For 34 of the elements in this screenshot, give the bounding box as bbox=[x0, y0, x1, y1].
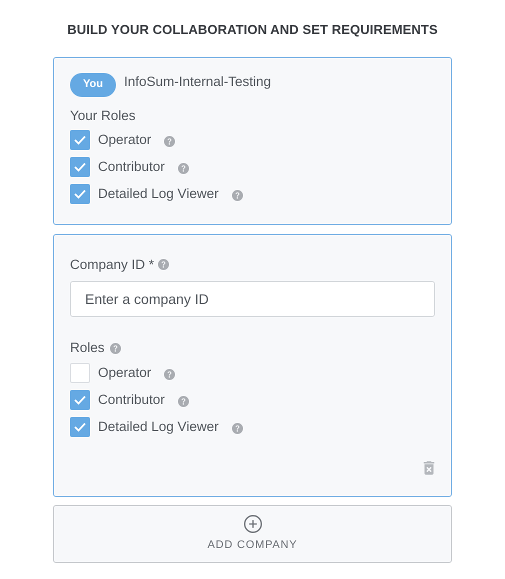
help-icon[interactable] bbox=[158, 259, 170, 270]
page-heading: BUILD YOUR COLLABORATION AND SET REQUIREMENTS bbox=[67, 21, 438, 39]
add-company-button[interactable]: ADD COMPANY bbox=[53, 504, 452, 563]
role-label: Contributor bbox=[98, 158, 165, 176]
help-icon[interactable] bbox=[110, 342, 121, 354]
check-icon bbox=[74, 189, 86, 200]
help-icon[interactable] bbox=[164, 136, 176, 148]
company-id-field[interactable]: Enter a company ID bbox=[70, 281, 435, 317]
company-name: InfoSum-Internal-Testing bbox=[124, 72, 272, 91]
checkbox[interactable] bbox=[70, 362, 90, 383]
help-icon[interactable] bbox=[232, 190, 243, 202]
role-label: Operator bbox=[98, 364, 152, 382]
role-label: Detailed Log Viewer bbox=[98, 185, 219, 204]
check-icon bbox=[74, 422, 86, 432]
checkbox[interactable] bbox=[70, 184, 90, 204]
role-label: Detailed Log Viewer bbox=[98, 418, 219, 436]
help-icon[interactable] bbox=[178, 163, 189, 174]
checkbox[interactable] bbox=[70, 416, 90, 437]
checkbox[interactable] bbox=[70, 390, 90, 410]
checkbox[interactable] bbox=[70, 157, 90, 178]
check-icon bbox=[74, 162, 86, 172]
company-id-label: Company ID * bbox=[70, 256, 154, 274]
checkbox[interactable] bbox=[70, 130, 90, 150]
role-label: Operator bbox=[98, 131, 152, 150]
help-icon[interactable] bbox=[178, 396, 189, 407]
check-icon bbox=[74, 135, 86, 146]
you-badge: You bbox=[70, 72, 116, 96]
roles-label: Roles bbox=[70, 339, 105, 357]
help-icon[interactable] bbox=[232, 422, 243, 434]
role-label: Contributor bbox=[98, 390, 165, 409]
roles-label: Your Roles bbox=[70, 106, 137, 124]
plus-icon bbox=[242, 514, 262, 534]
check-icon bbox=[74, 394, 86, 405]
help-icon[interactable] bbox=[164, 368, 176, 380]
